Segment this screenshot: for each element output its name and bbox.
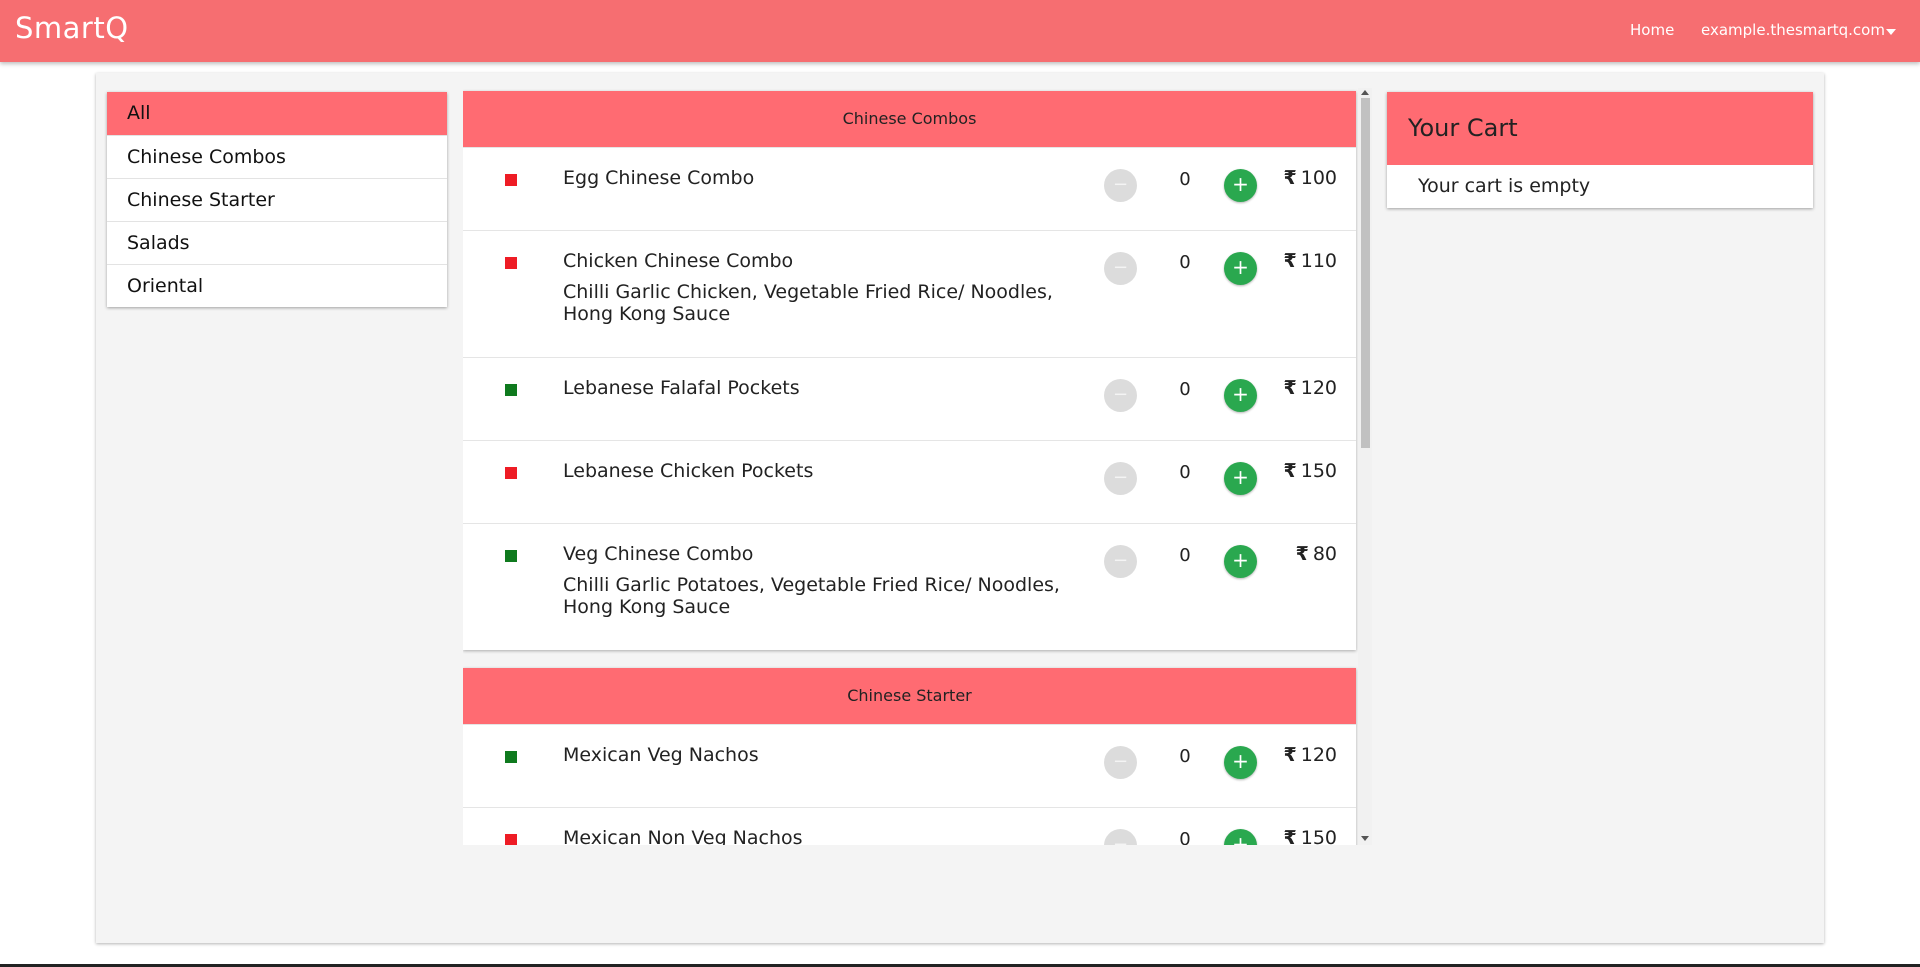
menu-item: Veg Chinese Combo Chilli Garlic Potatoes…	[463, 523, 1356, 650]
category-item-all[interactable]: All	[107, 92, 447, 135]
rupee-icon: ₹	[1283, 460, 1297, 482]
veg-icon	[505, 384, 517, 396]
price-value: 150	[1300, 460, 1337, 482]
price-value: 150	[1300, 827, 1337, 845]
item-price: ₹150	[1271, 827, 1351, 845]
item-price: ₹120	[1271, 377, 1351, 399]
price-value: 100	[1300, 167, 1337, 189]
decrease-button[interactable]: −	[1104, 169, 1137, 202]
rupee-icon: ₹	[1283, 167, 1297, 189]
price-value: 80	[1312, 543, 1337, 565]
cart-panel: Your Cart Your cart is empty	[1387, 92, 1813, 208]
rupee-icon: ₹	[1283, 744, 1297, 766]
increase-button[interactable]: +	[1224, 545, 1257, 578]
item-price: ₹120	[1271, 744, 1351, 766]
non-veg-icon	[505, 467, 517, 479]
menu-scrollbar[interactable]	[1358, 88, 1372, 845]
increase-button[interactable]: +	[1224, 746, 1257, 779]
item-name: Lebanese Falafal Pockets	[563, 377, 800, 399]
top-navbar: SmartQ Home example.thesmartq.com	[0, 0, 1920, 62]
section-title: Chinese Starter	[463, 668, 1356, 724]
increase-button[interactable]: +	[1224, 379, 1257, 412]
menu-item: Lebanese Falafal Pockets − 0 + ₹120	[463, 357, 1356, 440]
menu-item: Mexican Veg Nachos − 0 + ₹120	[463, 724, 1356, 807]
increase-button[interactable]: +	[1224, 462, 1257, 495]
item-price: ₹110	[1271, 250, 1351, 272]
category-item-chinese-combos[interactable]: Chinese Combos	[107, 135, 447, 178]
item-description: Chilli Garlic Potatoes, Vegetable Fried …	[563, 574, 1060, 618]
non-veg-icon	[505, 834, 517, 845]
price-value: 110	[1300, 250, 1337, 272]
price-value: 120	[1300, 744, 1337, 766]
non-veg-icon	[505, 257, 517, 269]
decrease-button[interactable]: −	[1104, 379, 1137, 412]
menu-item: Lebanese Chicken Pockets − 0 + ₹150	[463, 440, 1356, 523]
rupee-icon: ₹	[1283, 377, 1297, 399]
category-item-chinese-starter[interactable]: Chinese Starter	[107, 178, 447, 221]
item-description: Chilli Garlic Chicken, Vegetable Fried R…	[563, 281, 1053, 325]
rupee-icon: ₹	[1283, 827, 1297, 845]
item-quantity: 0	[1179, 252, 1191, 273]
menu-scroll-area[interactable]: Chinese Combos Egg Chinese Combo − 0 + ₹…	[463, 88, 1372, 845]
item-price: ₹80	[1271, 543, 1351, 565]
caret-down-icon[interactable]	[1886, 29, 1896, 35]
scroll-down-icon[interactable]	[1361, 836, 1369, 841]
non-veg-icon	[505, 174, 517, 186]
item-price: ₹150	[1271, 460, 1351, 482]
item-name: Mexican Non Veg Nachos	[563, 827, 803, 845]
decrease-button[interactable]: −	[1104, 746, 1137, 779]
cart-title: Your Cart	[1387, 92, 1813, 165]
scroll-up-icon[interactable]	[1361, 90, 1369, 95]
nav-site-dropdown[interactable]: example.thesmartq.com	[1701, 21, 1885, 39]
brand-logo[interactable]: SmartQ	[15, 11, 129, 45]
veg-icon	[505, 751, 517, 763]
veg-icon	[505, 550, 517, 562]
increase-button[interactable]: +	[1224, 252, 1257, 285]
decrease-button[interactable]: −	[1104, 829, 1137, 845]
rupee-icon: ₹	[1295, 543, 1309, 565]
decrease-button[interactable]: −	[1104, 462, 1137, 495]
price-value: 120	[1300, 377, 1337, 399]
increase-button[interactable]: +	[1224, 169, 1257, 202]
item-name: Mexican Veg Nachos	[563, 744, 759, 766]
cart-empty-message: Your cart is empty	[1418, 175, 1591, 197]
item-quantity: 0	[1179, 462, 1191, 483]
item-name: Veg Chinese Combo	[563, 543, 754, 565]
item-quantity: 0	[1179, 379, 1191, 400]
menu-section: Chinese Combos Egg Chinese Combo − 0 + ₹…	[463, 91, 1356, 650]
category-list: All Chinese Combos Chinese Starter Salad…	[107, 92, 447, 307]
menu-item: Mexican Non Veg Nachos − 0 + ₹150	[463, 807, 1356, 845]
category-item-salads[interactable]: Salads	[107, 221, 447, 264]
item-name: Lebanese Chicken Pockets	[563, 460, 814, 482]
section-title: Chinese Combos	[463, 91, 1356, 147]
menu-item: Egg Chinese Combo − 0 + ₹100	[463, 147, 1356, 230]
rupee-icon: ₹	[1283, 250, 1297, 272]
item-quantity: 0	[1179, 746, 1191, 767]
item-quantity: 0	[1179, 169, 1191, 190]
menu-item: Chicken Chinese Combo Chilli Garlic Chic…	[463, 230, 1356, 357]
item-name: Egg Chinese Combo	[563, 167, 755, 189]
increase-button[interactable]: +	[1224, 829, 1257, 845]
scrollbar-thumb[interactable]	[1361, 98, 1370, 448]
decrease-button[interactable]: −	[1104, 252, 1137, 285]
item-quantity: 0	[1179, 829, 1191, 845]
category-item-oriental[interactable]: Oriental	[107, 264, 447, 307]
item-name: Chicken Chinese Combo	[563, 250, 794, 272]
item-price: ₹100	[1271, 167, 1351, 189]
nav-home-link[interactable]: Home	[1630, 21, 1674, 39]
item-quantity: 0	[1179, 545, 1191, 566]
menu-section: Chinese Starter Mexican Veg Nachos − 0 +…	[463, 668, 1356, 845]
decrease-button[interactable]: −	[1104, 545, 1137, 578]
